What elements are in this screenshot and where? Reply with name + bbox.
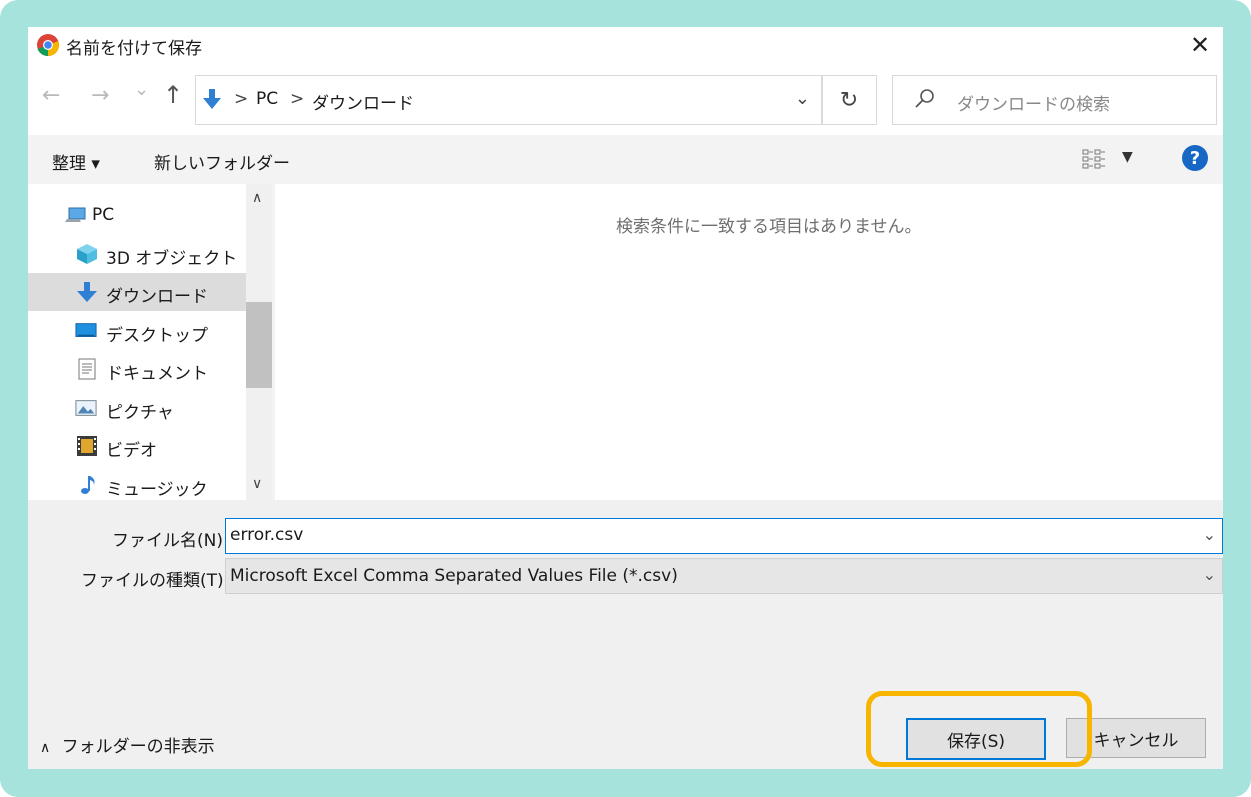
music-icon [81, 476, 95, 494]
recent-locations-icon[interactable]: ⌄ [134, 79, 149, 100]
3d-objects-icon [77, 244, 97, 264]
tree-item-documents[interactable]: ドキュメント [28, 350, 246, 388]
close-icon: ✕ [1189, 31, 1211, 59]
save-as-dialog: 名前を付けて保存 ✕ ← → ⌄ ↑ > PC > ダウンロード ⌄ ↻ ダウン… [28, 27, 1223, 769]
back-icon[interactable]: ← [42, 83, 60, 108]
empty-results-message: 検索条件に一致する項目はありません。 [616, 217, 922, 237]
tree-label: ビデオ [106, 441, 157, 461]
breadcrumb-downloads[interactable]: ダウンロード [312, 89, 414, 114]
new-folder-button[interactable]: 新しいフォルダー [154, 149, 290, 174]
download-icon [77, 282, 97, 302]
scrollbar-thumb[interactable] [246, 302, 272, 388]
file-list-area[interactable]: 検索条件に一致する項目はありません。 [275, 184, 1223, 500]
save-button-highlight [866, 691, 1092, 767]
breadcrumb-separator: > [290, 89, 305, 109]
picture-icon [75, 400, 97, 416]
navigation-row: ← → ⌄ ↑ > PC > ダウンロード ⌄ ↻ ダウンロードの検索 [28, 73, 1223, 125]
view-options-icon[interactable] [1082, 149, 1106, 169]
tree-label: ドキュメント [106, 364, 208, 384]
tree-item-3d-objects[interactable]: 3D オブジェクト [28, 235, 246, 273]
command-toolbar: 整理 ▾ 新しいフォルダー ▼ ? [28, 135, 1223, 184]
filename-value[interactable]: error.csv [230, 525, 303, 545]
navigation-pane: PC 3D オブジェクト ダウンロード デスクトップ ドキュメント ピクチャ ビ… [28, 184, 246, 500]
title-bar: 名前を付けて保存 ✕ [28, 27, 1223, 63]
window-title: 名前を付けて保存 [66, 39, 202, 59]
tree-item-pc[interactable]: PC [28, 196, 246, 234]
up-folder-icon[interactable]: ↑ [163, 81, 183, 109]
document-icon [78, 358, 96, 380]
tree-label: ピクチャ [106, 403, 174, 423]
forward-icon[interactable]: → [91, 83, 109, 108]
refresh-button[interactable]: ↻ [821, 75, 877, 125]
search-input[interactable]: ダウンロードの検索 [957, 90, 1110, 115]
filetype-select[interactable]: Microsoft Excel Comma Separated Values F… [225, 558, 1223, 594]
tree-item-videos[interactable]: ビデオ [28, 427, 246, 465]
tree-label: デスクトップ [106, 326, 208, 346]
help-button[interactable]: ? [1182, 145, 1208, 171]
download-folder-icon [203, 89, 221, 109]
desktop-icon [75, 323, 97, 337]
chevron-up-icon: ∧ [40, 740, 51, 756]
filetype-label: ファイルの種類(T): [81, 571, 230, 591]
organize-menu-button[interactable]: 整理 ▾ [52, 149, 100, 174]
hide-folders-button[interactable]: ∧ フォルダーの非表示 [40, 732, 215, 757]
navigation-scrollbar[interactable]: ∧ ∨ [246, 184, 272, 500]
tree-item-pictures[interactable]: ピクチャ [28, 389, 246, 427]
filetype-dropdown-icon[interactable]: ⌄ [1203, 565, 1216, 584]
save-form-area: ファイル名(N): error.csv ⌄ ファイルの種類(T): Micros… [28, 500, 1223, 769]
scroll-up-icon[interactable]: ∧ [252, 190, 262, 206]
video-icon [77, 436, 97, 456]
tree-label: PC [92, 205, 115, 225]
tree-item-downloads[interactable]: ダウンロード [28, 273, 246, 311]
filename-field[interactable]: error.csv ⌄ [225, 518, 1223, 554]
help-icon: ? [1189, 147, 1201, 169]
breadcrumb-separator: > [234, 89, 249, 109]
search-icon [915, 89, 934, 108]
tree-item-music[interactable]: ミュージック [28, 466, 246, 504]
tree-label: ミュージック [106, 480, 208, 500]
filetype-value: Microsoft Excel Comma Separated Values F… [230, 566, 678, 586]
tree-label: ダウンロード [106, 287, 208, 307]
filename-dropdown-icon[interactable]: ⌄ [1203, 525, 1216, 544]
refresh-icon: ↻ [839, 87, 859, 113]
pc-icon [65, 207, 86, 222]
search-box[interactable]: ダウンロードの検索 [892, 75, 1217, 125]
hide-folders-label: フォルダーの非表示 [61, 737, 215, 757]
scroll-down-icon[interactable]: ∨ [252, 476, 262, 492]
filename-label: ファイル名(N): [112, 531, 229, 551]
address-dropdown-icon[interactable]: ⌄ [795, 88, 810, 109]
breadcrumb-pc[interactable]: PC [256, 89, 278, 109]
tree-label: 3D オブジェクト [106, 249, 238, 269]
close-button[interactable]: ✕ [1177, 27, 1223, 63]
view-dropdown-icon[interactable]: ▼ [1122, 149, 1133, 165]
tree-item-desktop[interactable]: デスクトップ [28, 312, 246, 350]
address-bar[interactable]: > PC > ダウンロード ⌄ [195, 75, 823, 125]
chrome-icon [37, 34, 60, 57]
